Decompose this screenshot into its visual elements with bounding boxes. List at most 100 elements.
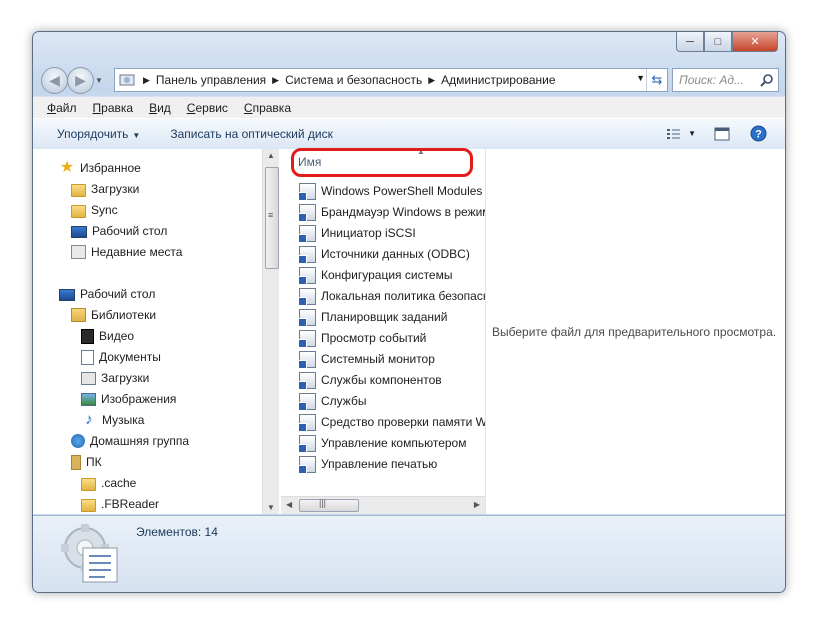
breadcrumb-system-security[interactable]: Система и безопасность — [285, 73, 422, 87]
list-item[interactable]: Windows PowerShell Modules — [298, 181, 483, 201]
menu-tools[interactable]: Сервис — [187, 101, 228, 115]
list-item[interactable]: Управление печатью — [298, 454, 438, 474]
scroll-left-icon[interactable]: ◀ — [286, 500, 292, 509]
minimize-button[interactable]: ─ — [676, 32, 704, 52]
shortcut-icon — [298, 392, 316, 411]
file-label: Просмотр событий — [321, 331, 427, 345]
nav-favorites[interactable]: ★ Избранное — [59, 158, 141, 178]
nav-desktop-label: Рабочий стол — [92, 224, 168, 238]
list-item[interactable]: Планировщик заданий — [298, 307, 447, 327]
nav-music[interactable]: ♪ Музыка — [81, 410, 144, 430]
list-item[interactable]: Просмотр событий — [298, 328, 427, 348]
maximize-button[interactable]: □ — [704, 32, 732, 52]
menu-view[interactable]: Вид — [149, 101, 171, 115]
search-icon[interactable] — [760, 73, 774, 87]
close-icon: ✕ — [750, 36, 760, 48]
file-label: Системный монитор — [321, 352, 435, 366]
nav-downloads[interactable]: Загрузки — [71, 179, 139, 199]
list-item[interactable]: Службы — [298, 391, 366, 411]
breadcrumb-control-panel[interactable]: Панель управления — [156, 73, 266, 87]
minimize-icon: ─ — [686, 35, 694, 48]
list-item[interactable]: Брандмауэр Windows в режим — [298, 202, 486, 222]
music-note-icon: ♪ — [85, 411, 93, 428]
view-dropdown-icon[interactable]: ▼ — [688, 129, 696, 138]
list-item[interactable]: Локальная политика безопасн — [298, 286, 486, 306]
file-label: Брандмауэр Windows в режим — [321, 205, 486, 219]
shortcut-icon — [298, 266, 316, 285]
nav-sync[interactable]: Sync — [71, 200, 118, 220]
shortcut-icon — [298, 413, 316, 432]
nav-video[interactable]: Видео — [81, 326, 134, 346]
homegroup-icon — [71, 434, 85, 448]
menu-help[interactable]: Справка — [244, 101, 291, 115]
nav-scrollbar[interactable]: ▲ ≡ ▼ — [262, 149, 279, 514]
burn-button[interactable]: Записать на оптический диск — [170, 127, 333, 141]
list-item[interactable]: Средство проверки памяти W — [298, 412, 486, 432]
scrollbar-thumb[interactable] — [299, 499, 359, 512]
nav-documents[interactable]: Документы — [81, 347, 161, 367]
list-item[interactable]: Системный монитор — [298, 349, 435, 369]
nav-libraries-label: Библиотеки — [91, 308, 157, 322]
file-label: Windows PowerShell Modules — [321, 184, 483, 198]
shortcut-icon — [298, 182, 316, 201]
shortcut-icon — [298, 371, 316, 390]
shortcut-icon — [298, 308, 316, 327]
nav-images-label: Изображения — [101, 392, 177, 406]
toolbar-right: ▼ ? — [666, 125, 767, 142]
shortcut-icon — [298, 455, 316, 474]
svg-text:?: ? — [755, 129, 762, 141]
nav-recent-label: Недавние места — [91, 245, 183, 259]
nav-lib-downloads[interactable]: Загрузки — [81, 368, 149, 388]
breadcrumb-administration[interactable]: Администрирование — [441, 73, 555, 87]
file-label: Локальная политика безопасн — [321, 289, 486, 303]
back-button[interactable]: ◀ — [41, 67, 68, 94]
menu-file[interactable]: Файл — [47, 101, 77, 115]
scroll-up-icon[interactable]: ▲ — [267, 151, 275, 160]
menu-bar: Файл Правка Вид Сервис Справка — [33, 96, 785, 119]
scroll-down-icon[interactable]: ▼ — [267, 503, 275, 512]
nav-desktop[interactable]: Рабочий стол — [71, 221, 167, 241]
file-horizontal-scrollbar[interactable]: ◀ ||| ▶ — [281, 496, 485, 514]
nav-homegroup[interactable]: Домашняя группа — [71, 431, 189, 451]
organize-button[interactable]: Упорядочить ▼ — [57, 127, 140, 141]
list-item[interactable]: Конфигурация системы — [298, 265, 452, 285]
nav-homegroup-label: Домашняя группа — [90, 434, 190, 448]
preview-pane-icon[interactable] — [714, 127, 730, 141]
list-item[interactable]: Источники данных (ODBC) — [298, 244, 470, 264]
file-label: Управление печатью — [321, 457, 438, 471]
nav-cache[interactable]: .cache — [81, 473, 136, 493]
shortcut-icon — [298, 287, 316, 306]
nav-video-label: Видео — [99, 329, 135, 343]
help-icon[interactable]: ? — [750, 125, 767, 142]
nav-desktop-root[interactable]: Рабочий стол — [59, 284, 155, 304]
menu-edit[interactable]: Правка — [93, 101, 134, 115]
recent-pages-chevron-icon[interactable]: ▼ — [95, 76, 103, 85]
nav-pc[interactable]: ПК — [71, 452, 102, 472]
view-options-icon[interactable] — [666, 127, 682, 141]
downloads-library-icon — [81, 371, 96, 385]
list-item[interactable]: Инициатор iSCSI — [298, 223, 416, 243]
address-dropdown-icon[interactable]: ▼ — [636, 73, 645, 83]
nav-libraries[interactable]: Библиотеки — [71, 305, 156, 325]
video-library-icon — [81, 328, 94, 344]
nav-images[interactable]: Изображения — [81, 389, 176, 409]
search-box[interactable]: Поиск: Ад... — [672, 68, 779, 92]
breadcrumb-separator-icon: ▶ — [428, 74, 436, 85]
file-label: Средство проверки памяти W — [321, 415, 486, 429]
file-label: Источники данных (ODBC) — [321, 247, 470, 261]
close-button[interactable]: ✕ — [732, 32, 778, 52]
shortcut-icon — [298, 224, 316, 243]
list-item[interactable]: Службы компонентов — [298, 370, 442, 390]
nav-recent[interactable]: Недавние места — [71, 242, 182, 262]
search-input[interactable]: Поиск: Ад... — [679, 73, 760, 87]
scroll-right-icon[interactable]: ▶ — [474, 500, 480, 509]
nav-pc-label: ПК — [86, 455, 102, 469]
documents-library-icon — [81, 349, 94, 365]
content-area: ★ Избранное Загрузки Sync Рабочий стол Не… — [33, 149, 785, 514]
address-bar[interactable]: ▶ Панель управления ▶ Система и безопасн… — [114, 68, 668, 92]
nav-fbreader[interactable]: .FBReader — [81, 494, 159, 514]
list-item[interactable]: Управление компьютером — [298, 433, 466, 453]
refresh-icon[interactable]: ⇆ — [646, 69, 667, 91]
forward-button[interactable]: ▶ — [67, 67, 94, 94]
preview-message: Выберите файл для предварительного просм… — [492, 325, 777, 339]
